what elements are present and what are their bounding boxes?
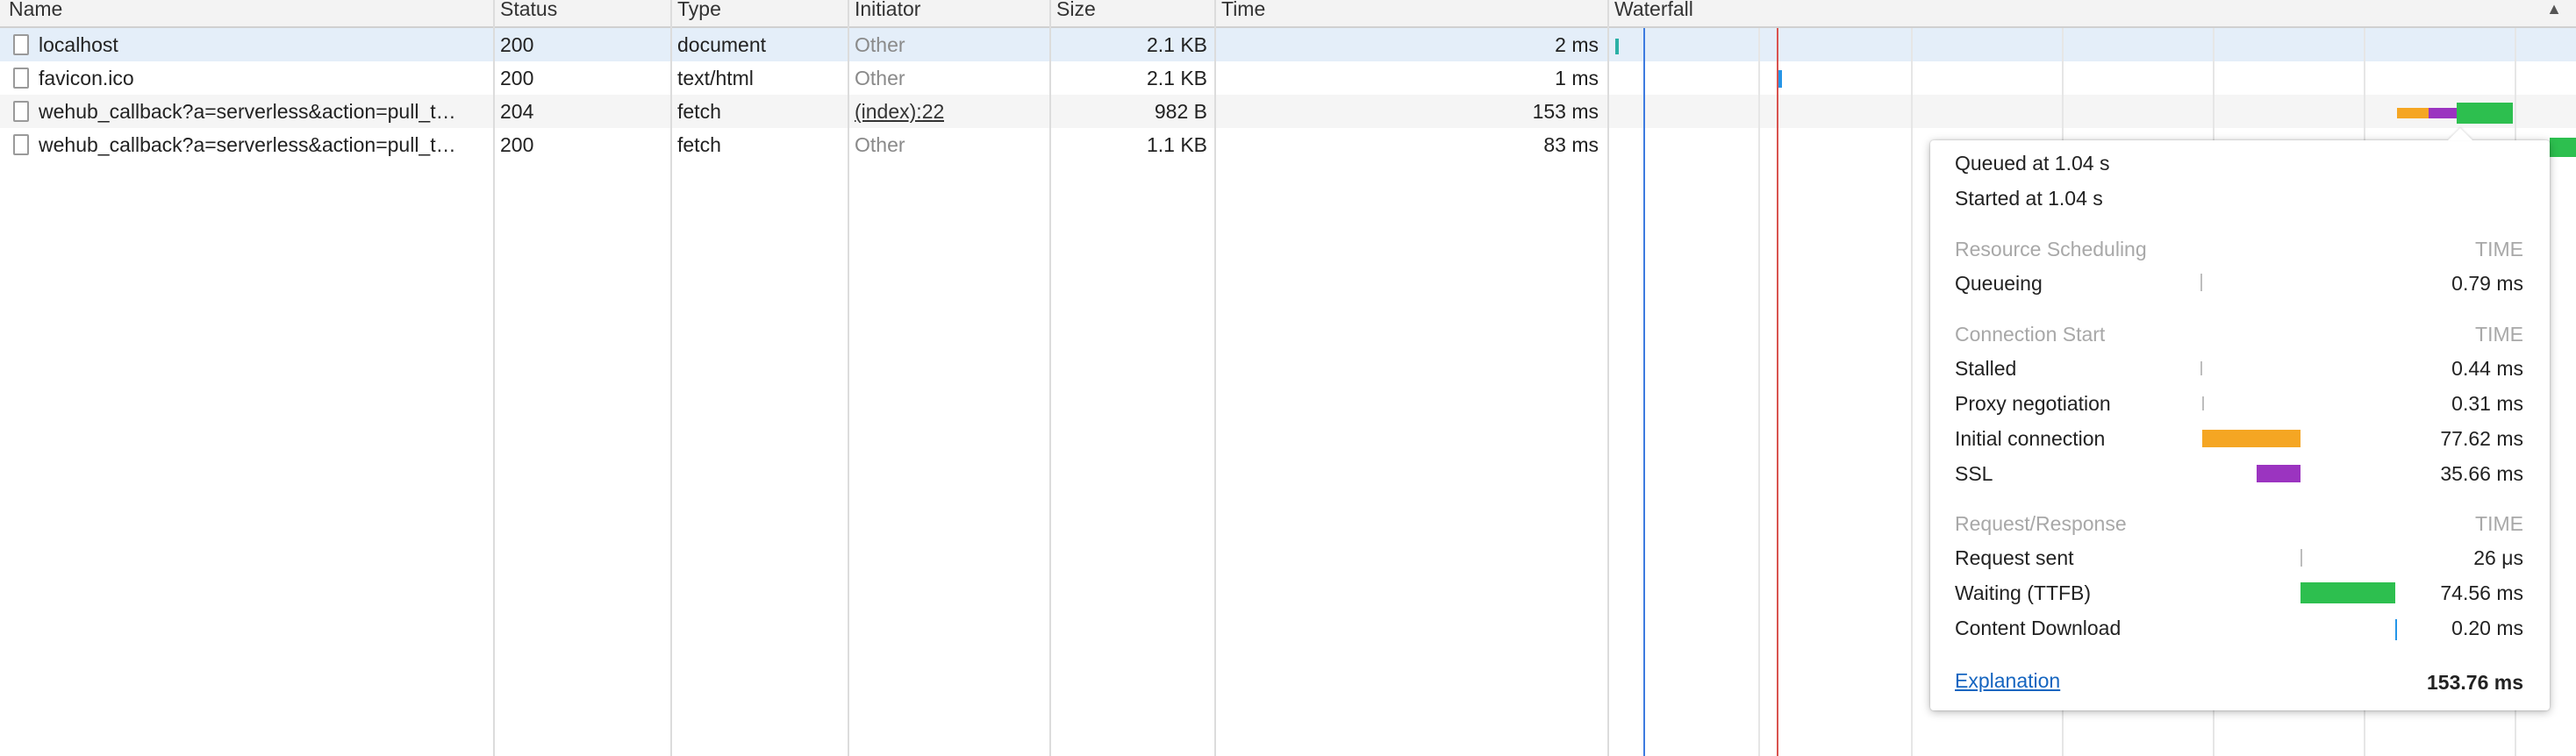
request-size: 1.1 KB [1146,133,1207,156]
request-time: 1 ms [1555,67,1599,89]
timing-value-content-download: 0.20 ms [2451,617,2523,639]
request-initiator: Other [855,67,905,89]
waterfall-bar[interactable] [1615,39,1619,54]
request-time: 83 ms [1543,133,1599,156]
timing-value-waiting: 74.56 ms [2440,581,2523,604]
waterfall-bar-waiting[interactable] [2550,138,2576,157]
request-name[interactable]: wehub_callback?a=serverless&action=pull_… [39,95,486,128]
column-header-size[interactable]: Size [1056,0,1096,23]
timing-bar-request-sent [2301,549,2302,567]
section-title-connection-start: Connection Start [1955,323,2106,346]
request-time: 2 ms [1555,33,1599,56]
timing-label-stalled: Stalled [1955,357,2017,380]
column-divider[interactable] [670,0,672,756]
timing-label-request-sent: Request sent [1955,546,2074,569]
request-type: text/html [677,67,754,89]
queued-at-text: Queued at 1.04 s [1955,152,2110,175]
timing-value-request-sent: 26 μs [2473,546,2523,569]
timing-value-proxy-negotiation: 0.31 ms [2451,392,2523,415]
column-divider[interactable] [1214,0,1216,756]
timing-bar-waiting [2301,582,2395,603]
waterfall-bar-initial-connection[interactable] [2397,108,2429,118]
request-size: 2.1 KB [1146,33,1207,56]
section-title-request-response: Request/Response [1955,512,2127,535]
request-name[interactable]: localhost [39,28,486,61]
column-divider[interactable] [1049,0,1051,756]
request-status: 200 [500,67,534,89]
timing-bar-stalled [2200,361,2202,375]
waterfall-gridline [1758,28,1760,756]
request-name[interactable]: favicon.ico [39,61,486,95]
request-initiator-link[interactable]: (index):22 [855,95,944,128]
column-header-name[interactable]: Name [9,0,62,23]
column-header-initiator[interactable]: Initiator [855,0,920,23]
timing-label-ssl: SSL [1955,462,1993,485]
column-header-status[interactable]: Status [500,0,557,23]
waterfall-bar-waiting[interactable] [2457,103,2513,124]
request-type: fetch [677,100,721,123]
timing-label-queueing: Queueing [1955,272,2043,295]
request-status: 200 [500,133,534,156]
waterfall-gridline [1911,28,1913,756]
timing-bar-content-download [2395,619,2397,640]
request-type: fetch [677,133,721,156]
request-row[interactable]: localhost 200 document Other 2.1 KB 2 ms [0,28,2576,61]
timing-popover: Queued at 1.04 s Started at 1.04 s Resou… [1930,128,2550,710]
timing-total: 153.76 ms [2427,671,2523,694]
popover-arrow [2448,128,2472,140]
column-divider[interactable] [848,0,849,756]
section-title-resource-scheduling: Resource Scheduling [1955,238,2147,260]
started-at-text: Started at 1.04 s [1955,187,2103,210]
timing-value-initial-connection: 77.62 ms [2440,427,2523,450]
request-size: 982 B [1154,100,1207,123]
column-header-type[interactable]: Type [677,0,721,23]
timing-bar-ssl [2257,465,2301,482]
network-panel: Name Status Type Initiator Size Time Wat… [0,0,2576,756]
waterfall-bar-ssl[interactable] [2429,108,2457,118]
request-initiator: Other [855,33,905,56]
column-header-bar: Name Status Type Initiator Size Time Wat… [0,0,2576,28]
request-type: document [677,33,767,56]
load-event-marker [1777,28,1778,756]
timing-label-proxy-negotiation: Proxy negotiation [1955,392,2111,415]
document-icon [13,101,29,122]
request-time: 153 ms [1532,100,1599,123]
timing-value-ssl: 35.66 ms [2440,462,2523,485]
request-status: 200 [500,33,534,56]
request-status: 204 [500,100,534,123]
explanation-link[interactable]: Explanation [1955,669,2060,693]
section-time-header: TIME [2475,323,2523,346]
document-icon [13,34,29,55]
timing-label-content-download: Content Download [1955,617,2122,639]
timing-label-waiting: Waiting (TTFB) [1955,581,2092,604]
section-time-header: TIME [2475,512,2523,535]
request-row[interactable]: wehub_callback?a=serverless&action=pull_… [0,95,2576,128]
column-header-waterfall[interactable]: Waterfall [1614,0,1693,23]
request-size: 2.1 KB [1146,67,1207,89]
request-initiator: Other [855,133,905,156]
waterfall-bar[interactable] [1778,70,1782,88]
timing-bar-initial-connection [2202,430,2301,447]
timing-value-stalled: 0.44 ms [2451,357,2523,380]
column-divider[interactable] [1607,0,1609,756]
column-divider[interactable] [493,0,495,756]
column-header-time[interactable]: Time [1221,0,1265,23]
document-icon [13,68,29,89]
document-icon [13,134,29,155]
timing-bar-proxy-negotiation [2202,396,2204,410]
timing-value-queueing: 0.79 ms [2451,272,2523,295]
timing-label-initial-connection: Initial connection [1955,427,2106,450]
timing-bar-queueing [2200,274,2202,291]
sort-ascending-icon[interactable]: ▲ [2546,0,2562,23]
section-time-header: TIME [2475,238,2523,260]
dom-content-loaded-marker [1643,28,1645,756]
request-name[interactable]: wehub_callback?a=serverless&action=pull_… [39,128,486,161]
request-row[interactable]: favicon.ico 200 text/html Other 2.1 KB 1… [0,61,2576,95]
